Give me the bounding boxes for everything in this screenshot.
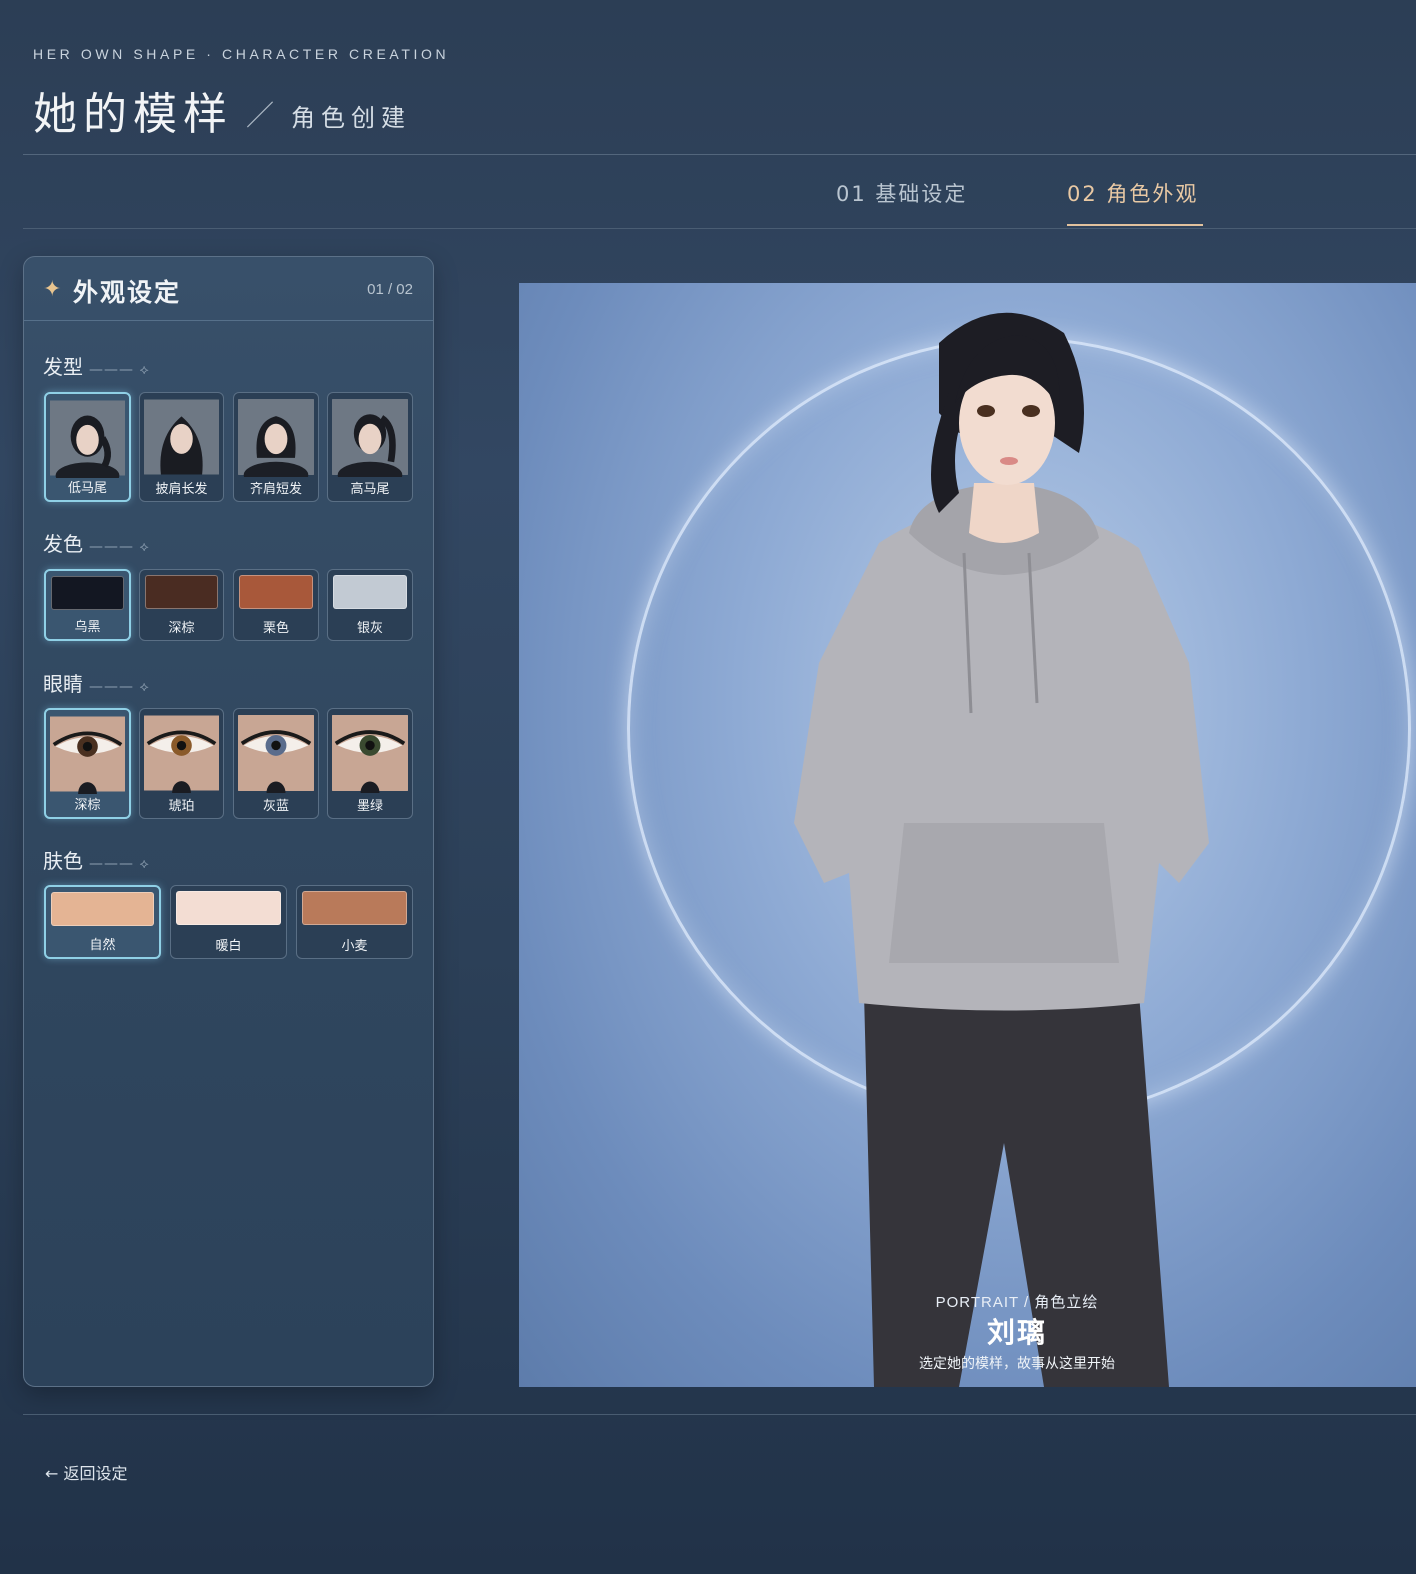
option-label: 低马尾	[67, 481, 107, 496]
hair-color-option[interactable]: 银灰	[327, 569, 413, 641]
hair-color-option[interactable]: 乌黑	[44, 569, 131, 641]
eye-option[interactable]: 灰蓝	[233, 708, 319, 819]
skin-option[interactable]: 小麦	[296, 885, 413, 959]
header-eyebrow: HER OWN SHAPE · CHARACTER CREATION	[33, 46, 450, 62]
option-label: 深棕	[168, 621, 195, 636]
color-swatch	[302, 891, 407, 925]
color-swatch	[176, 891, 281, 925]
sparkle-icon: ✦	[43, 277, 62, 302]
option-label: 深棕	[74, 798, 101, 813]
skin-option[interactable]: 自然	[44, 885, 161, 959]
tab-basic-settings[interactable]: 01 基础设定	[836, 178, 967, 208]
option-label: 乌黑	[74, 620, 101, 635]
character-figure	[794, 312, 1209, 1387]
portrait-tagline: 选定她的模样，故事从这里开始	[919, 1356, 1115, 1372]
section-title-skin: 肤色 ——— ⟡	[43, 849, 150, 873]
option-label: 披肩长发	[155, 482, 208, 497]
section-title-hair-style: 发型 ——— ⟡	[43, 355, 150, 379]
option-label: 墨绿	[356, 799, 383, 814]
page-title: 她的模样	[33, 89, 233, 140]
character-name: 刘璃	[986, 1316, 1047, 1349]
appearance-panel: ✦ 外观设定 01 / 02 发型 ——— ⟡ 低马尾 披肩长发 齐肩短发 高马尾…	[23, 256, 434, 1387]
page-indicator: 01 / 02	[367, 281, 413, 298]
section-decor: ——— ⟡	[89, 856, 150, 872]
section-decor: ——— ⟡	[89, 539, 150, 555]
option-label: 小麦	[341, 939, 368, 954]
eye-dark-green-thumbnail	[332, 713, 408, 793]
eye-grey-blue-thumbnail	[238, 713, 314, 793]
panel-title: 外观设定	[73, 278, 182, 307]
color-swatch	[333, 575, 407, 609]
color-swatch	[145, 575, 218, 609]
section-title-eyes: 眼睛 ——— ⟡	[43, 672, 150, 696]
hair-style-option[interactable]: 齐肩短发	[233, 392, 319, 502]
eye-dark-brown-thumbnail	[50, 714, 125, 794]
section-decor: ——— ⟡	[89, 362, 150, 378]
color-swatch	[239, 575, 313, 609]
hair-style-option[interactable]: 披肩长发	[139, 392, 224, 502]
hair-long-loose-thumbnail	[144, 397, 219, 477]
hair-low-ponytail-thumbnail	[50, 398, 125, 478]
hair-bob-thumbnail	[238, 397, 314, 477]
hair-high-ponytail-thumbnail	[332, 397, 408, 477]
option-label: 琥珀	[168, 799, 195, 814]
panel-header: ✦ 外观设定 01 / 02	[24, 257, 433, 321]
tabs-divider	[23, 228, 1416, 229]
eye-option[interactable]: 琥珀	[139, 708, 224, 819]
hair-color-option[interactable]: 深棕	[139, 569, 224, 641]
back-button[interactable]: ← 返回设定	[45, 1460, 128, 1484]
option-label: 暖白	[215, 939, 242, 954]
option-label: 自然	[89, 938, 116, 953]
option-label: 高马尾	[350, 482, 390, 497]
page-subtitle: 角色创建	[291, 104, 411, 132]
eye-option[interactable]: 墨绿	[327, 708, 413, 819]
character-portrait: PORTRAIT / 角色立绘 刘璃 选定她的模样，故事从这里开始	[519, 283, 1416, 1387]
header-divider	[23, 154, 1416, 155]
color-swatch	[51, 576, 124, 610]
option-label: 灰蓝	[262, 799, 289, 814]
eye-amber-thumbnail	[144, 713, 219, 793]
hair-style-option[interactable]: 高马尾	[327, 392, 413, 502]
color-swatch	[51, 892, 154, 926]
portrait-eyebrow: PORTRAIT / 角色立绘	[935, 1294, 1099, 1311]
section-title-hair-color: 发色 ——— ⟡	[43, 532, 150, 556]
title-slash: ／	[246, 99, 275, 132]
option-label: 银灰	[356, 621, 383, 636]
skin-option[interactable]: 暖白	[170, 885, 287, 959]
footer-divider	[23, 1414, 1416, 1415]
section-decor: ——— ⟡	[89, 679, 150, 695]
hair-style-option[interactable]: 低马尾	[44, 392, 131, 502]
tab-appearance[interactable]: 02 角色外观	[1067, 178, 1198, 208]
hair-color-option[interactable]: 栗色	[233, 569, 319, 641]
active-tab-underline	[1067, 224, 1203, 226]
option-label: 栗色	[262, 621, 289, 636]
eye-option[interactable]: 深棕	[44, 708, 131, 819]
option-label: 齐肩短发	[249, 482, 302, 497]
